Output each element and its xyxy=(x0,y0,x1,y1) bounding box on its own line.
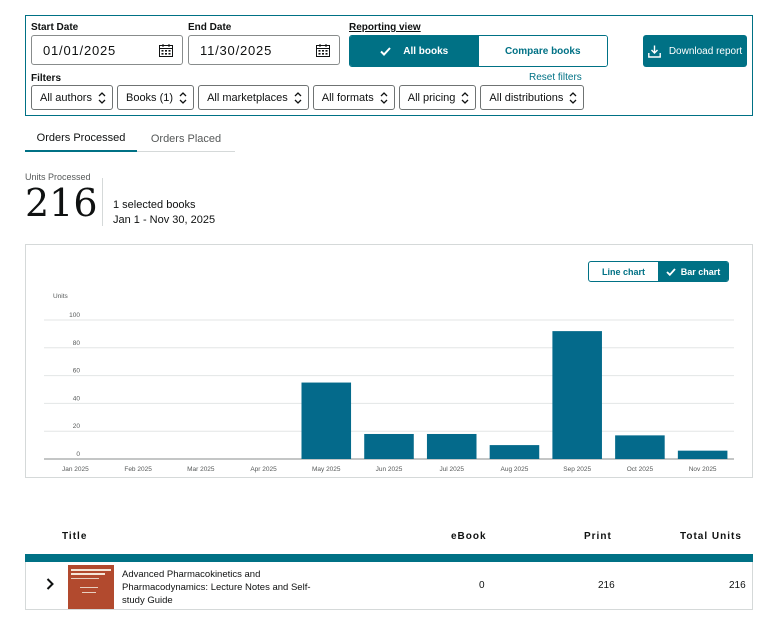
calendar-icon[interactable] xyxy=(316,43,330,57)
y-tick-label: 0 xyxy=(76,451,80,458)
authors-dropdown[interactable]: All authors xyxy=(31,85,113,110)
filters-label: Filters xyxy=(31,73,62,84)
books-dropdown-value: Books (1) xyxy=(125,91,174,104)
chart-bar xyxy=(426,433,477,459)
orders-tabs: Orders Processed Orders Placed xyxy=(25,125,235,152)
cell-total-units: 216 xyxy=(729,580,746,591)
distributions-dropdown-value: All distributions xyxy=(489,91,564,104)
reset-filters-link[interactable]: Reset filters xyxy=(529,72,582,83)
chart-type-toggle: Line chart Bar chart xyxy=(588,261,729,282)
reporting-view-toggle: All books Compare books xyxy=(349,35,608,67)
book-cover-thumbnail xyxy=(68,565,114,609)
y-tick-label: 40 xyxy=(73,395,81,402)
summary-date-range: Jan 1 - Nov 30, 2025 xyxy=(113,214,216,226)
x-tick-label: Apr 2025 xyxy=(250,466,277,473)
start-date-value: 01/01/2025 xyxy=(43,42,117,58)
chart-bar xyxy=(552,331,602,459)
chevron-updown-icon xyxy=(179,91,187,104)
chevron-right-icon[interactable] xyxy=(46,578,54,590)
book-title: Advanced Pharmacokinetics and Pharmacody… xyxy=(122,569,311,606)
compare-books-label: Compare books xyxy=(504,45,581,57)
formats-dropdown[interactable]: All formats xyxy=(312,85,395,110)
x-tick-label: Aug 2025 xyxy=(501,466,529,473)
y-tick-label: 60 xyxy=(73,368,81,375)
reporting-view-label: Reporting view xyxy=(349,22,421,33)
start-date-label: Start Date xyxy=(31,22,79,33)
formats-dropdown-value: All formats xyxy=(321,91,374,104)
line-chart-label: Line chart xyxy=(601,266,645,277)
chart-bar xyxy=(364,433,414,459)
chart-bar xyxy=(615,435,665,459)
x-tick-label: Oct 2025 xyxy=(627,466,654,473)
end-date-label: End Date xyxy=(188,22,232,33)
chevron-updown-icon xyxy=(380,91,388,104)
col-header-total-units: Total Units xyxy=(680,531,742,542)
x-tick-label: May 2025 xyxy=(312,466,341,473)
table-row[interactable]: Advanced Pharmacokinetics and Pharmacody… xyxy=(25,562,753,610)
chevron-updown-icon xyxy=(461,91,469,104)
books-dropdown[interactable]: Books (1) xyxy=(116,85,195,110)
chart-bar xyxy=(677,450,728,459)
table-header-bar xyxy=(25,554,753,562)
cell-ebook: 0 xyxy=(479,580,485,591)
cell-print: 216 xyxy=(598,580,615,591)
end-date-input[interactable]: 11/30/2025 xyxy=(188,35,340,65)
summary-divider xyxy=(102,178,103,226)
col-header-ebook: eBook xyxy=(451,531,487,542)
chart-bar xyxy=(489,445,540,459)
all-books-label: All books xyxy=(403,45,449,57)
filter-panel: Start Date 01/01/2025 End Date 11/30/202… xyxy=(25,15,753,116)
x-tick-label: Nov 2025 xyxy=(689,466,717,473)
pricing-dropdown[interactable]: All pricing xyxy=(398,85,477,110)
marketplaces-dropdown-value: All marketplaces xyxy=(207,91,288,104)
check-icon xyxy=(380,46,391,56)
col-header-title: Title xyxy=(62,531,88,542)
chevron-updown-icon xyxy=(98,91,106,104)
calendar-icon[interactable] xyxy=(159,43,173,57)
line-chart-option[interactable]: Line chart xyxy=(589,262,658,281)
end-date-value: 11/30/2025 xyxy=(200,42,273,58)
distributions-dropdown[interactable]: All distributions xyxy=(480,85,585,110)
x-tick-label: Sep 2025 xyxy=(563,466,591,473)
col-header-print: Print xyxy=(584,531,612,542)
compare-books-option[interactable]: Compare books xyxy=(478,36,607,66)
filter-dropdowns: All authors Books (1) All marketplaces A… xyxy=(31,85,585,110)
bar-chart-label: Bar chart xyxy=(680,266,721,277)
start-date-input[interactable]: 01/01/2025 xyxy=(31,35,183,65)
x-tick-label: Mar 2025 xyxy=(187,466,215,473)
x-tick-label: Jul 2025 xyxy=(439,466,464,473)
chevron-updown-icon xyxy=(294,91,302,104)
y-tick-label: 100 xyxy=(69,312,80,319)
bar-chart-option[interactable]: Bar chart xyxy=(658,262,728,281)
tab-orders-processed[interactable]: Orders Processed xyxy=(25,125,137,152)
y-tick-label: 20 xyxy=(73,423,81,430)
download-report-button[interactable]: Download report xyxy=(643,35,747,67)
x-tick-label: Jun 2025 xyxy=(376,466,403,473)
chart-bar xyxy=(301,382,352,459)
chevron-updown-icon xyxy=(569,91,577,104)
x-tick-label: Feb 2025 xyxy=(124,466,152,473)
units-processed-value: 216 xyxy=(25,181,98,225)
download-report-label: Download report xyxy=(668,45,743,57)
authors-dropdown-value: All authors xyxy=(40,91,92,104)
tab-orders-placed[interactable]: Orders Placed xyxy=(137,125,235,152)
y-tick-label: 80 xyxy=(73,340,81,347)
selected-books-count: 1 selected books xyxy=(113,199,196,211)
marketplaces-dropdown[interactable]: All marketplaces xyxy=(198,85,309,110)
pricing-dropdown-value: All pricing xyxy=(407,91,456,104)
x-tick-label: Jan 2025 xyxy=(62,466,89,473)
chart-card: Units 0 20 40 60 80 100 Jan 2025 Feb 2025 Mar 202… xyxy=(25,244,753,478)
download-icon xyxy=(647,45,661,58)
all-books-option[interactable]: All books xyxy=(350,36,479,66)
y-axis-title: Units xyxy=(53,293,69,300)
check-icon xyxy=(666,267,676,276)
